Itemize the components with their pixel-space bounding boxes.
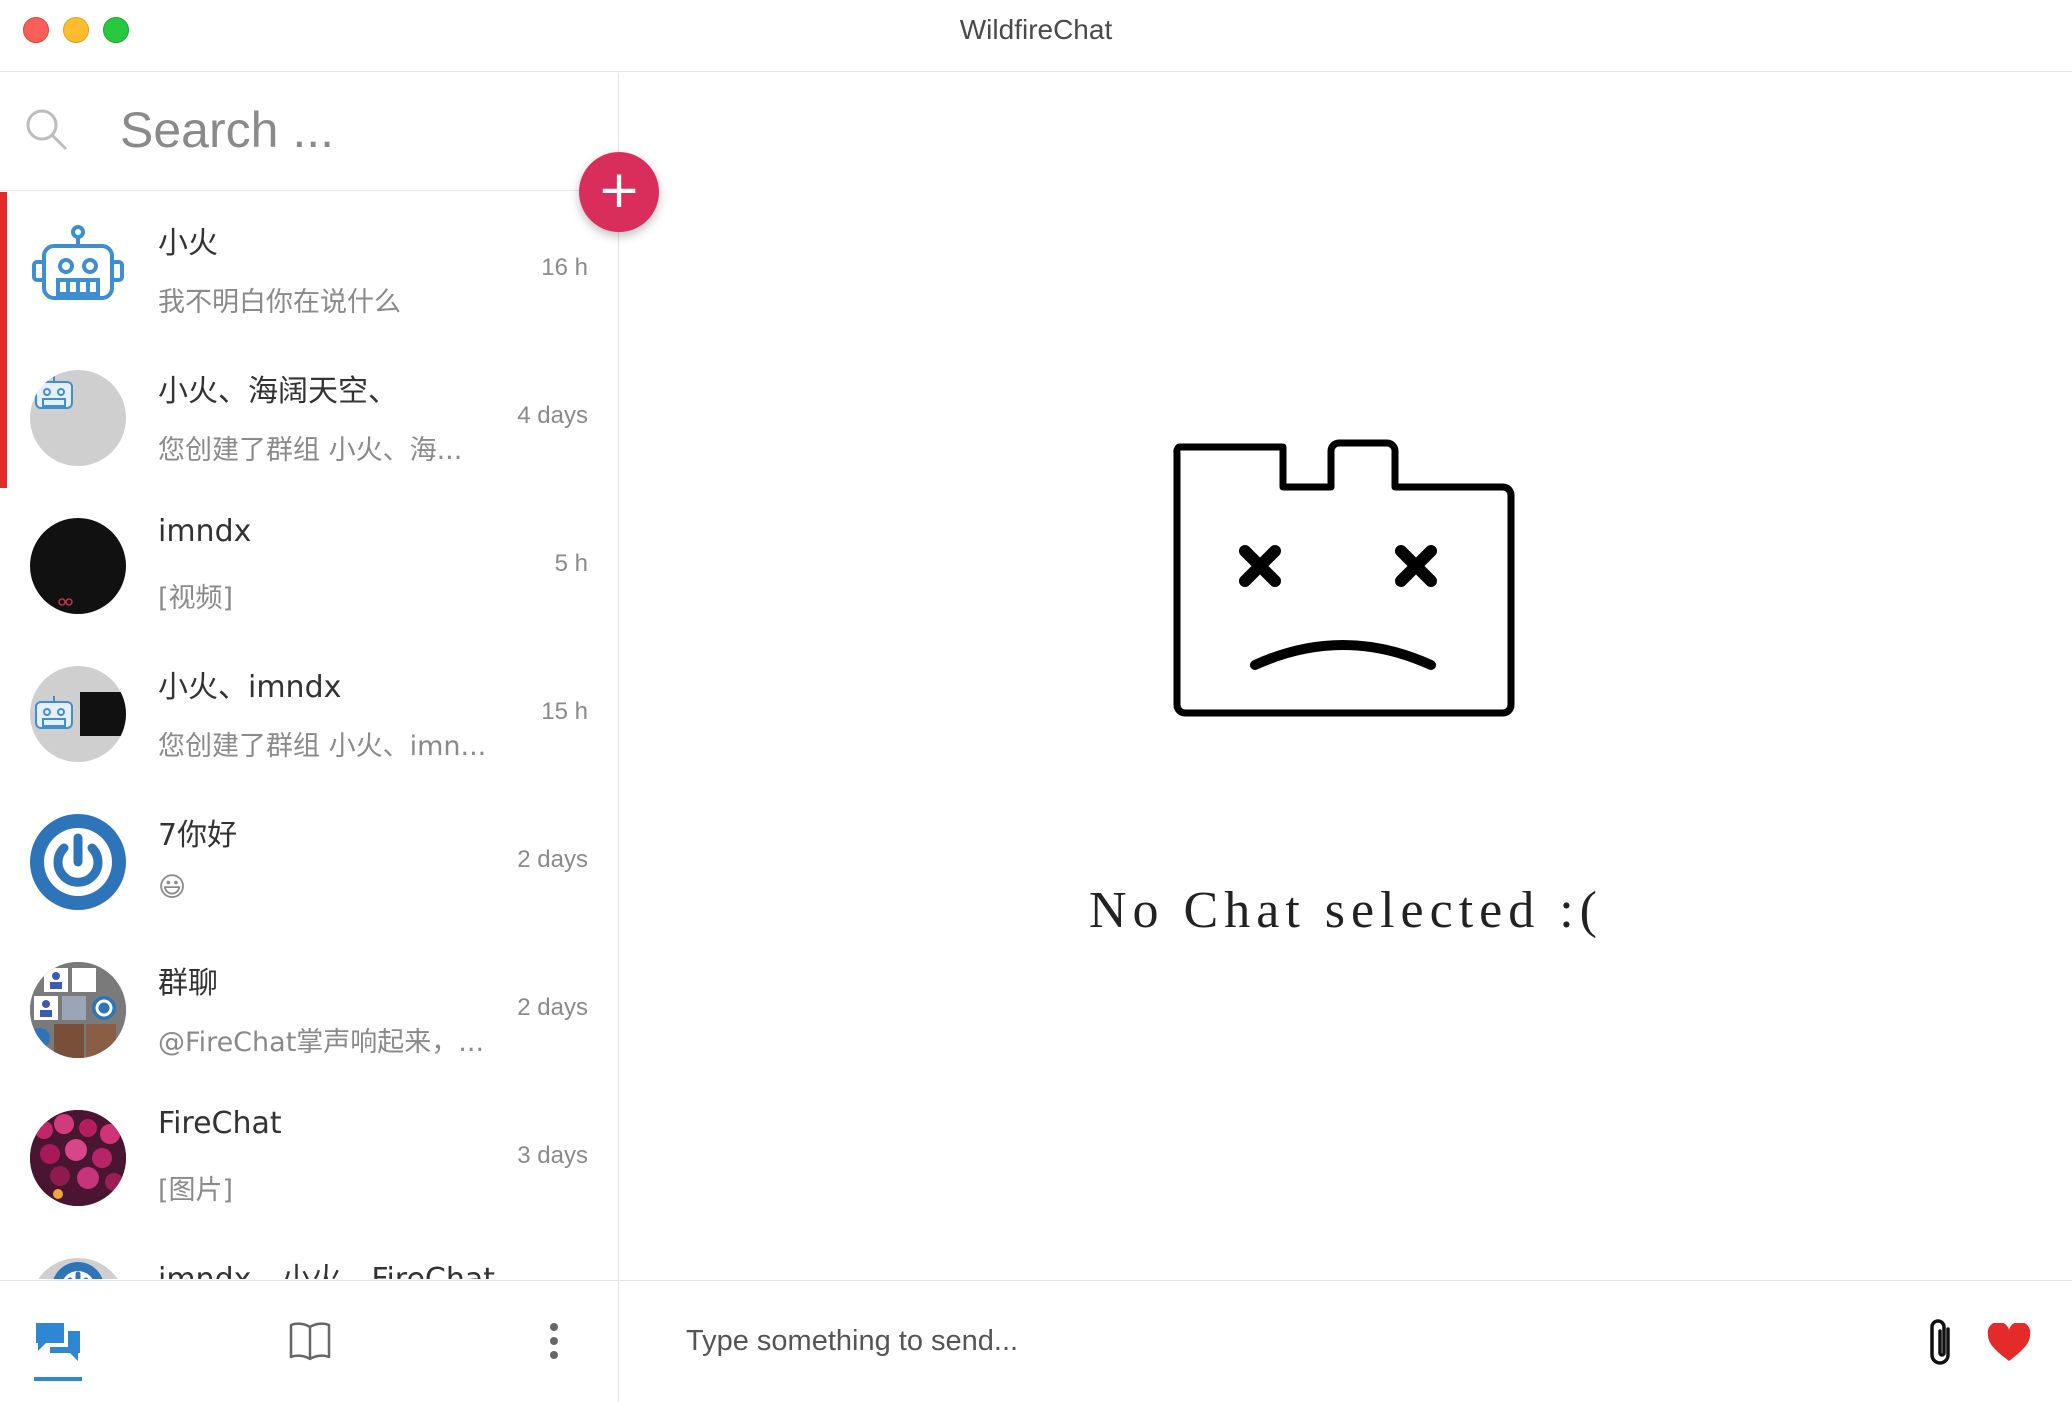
tab-chats[interactable]	[6, 1281, 106, 1399]
conversation-item[interactable]: imndx [视频] 5 h	[0, 488, 618, 636]
search-input[interactable]	[120, 95, 580, 165]
conversation-name: imndx、小火、FireChat	[158, 1254, 495, 1279]
conversation-item[interactable]: FireChat [图片] 3 days	[0, 1080, 618, 1228]
conversation-last-message: 😃	[158, 872, 187, 903]
conversation-time: 2 days	[517, 994, 588, 1021]
message-composer	[620, 1280, 2072, 1402]
tab-active-indicator	[34, 1377, 82, 1381]
window-title: WildfireChat	[959, 14, 1113, 45]
conversation-time: 16 h	[541, 254, 588, 281]
tab-more[interactable]	[512, 1281, 612, 1399]
heart-icon[interactable]	[1986, 1323, 2032, 1363]
conversation-sidebar: 小火 我不明白你在说什么 16 h	[0, 73, 619, 1402]
book-icon	[289, 1322, 331, 1361]
conversation-item[interactable]: 群聊 @FireChat掌声响起来，... 2 days	[0, 932, 618, 1080]
more-vertical-icon	[550, 1323, 558, 1359]
conversation-name: 小火、海阔天空、	[158, 374, 398, 409]
conversation-list: 小火 我不明白你在说什么 16 h 小火、海阔天空、 您创建了群组 小火、海..…	[0, 192, 618, 1279]
conversation-last-message: 您创建了群组 小火、imn...	[158, 731, 487, 762]
search-icon	[26, 109, 67, 150]
conversation-last-message: 我不明白你在说什么	[158, 287, 401, 318]
conversation-item[interactable]: imndx、小火、FireChat	[0, 1228, 618, 1279]
conversation-item[interactable]: 7你好 😃 2 days	[0, 784, 618, 932]
conversation-name: 小火、imndx	[158, 670, 342, 705]
conversation-time: 3 days	[517, 1142, 588, 1169]
power-icon	[30, 1258, 126, 1279]
conversation-name: 群聊	[158, 966, 218, 1001]
tab-contacts[interactable]	[260, 1281, 360, 1399]
chat-bubbles-icon	[36, 1323, 80, 1361]
paperclip-icon[interactable]	[1922, 1317, 1962, 1369]
group-robot-icon	[30, 370, 126, 466]
conversation-time: 4 days	[517, 402, 588, 429]
conversation-name: 小火	[158, 226, 218, 261]
conversation-time: 15 h	[541, 698, 588, 725]
conversation-name: FireChat	[158, 1106, 282, 1141]
conversation-name: 7你好	[158, 818, 238, 853]
conversation-name: imndx	[158, 514, 252, 549]
conversation-last-message: @FireChat掌声响起来，...	[158, 1027, 485, 1058]
conversation-item[interactable]: 小火、海阔天空、 您创建了群组 小火、海... 4 days	[0, 340, 618, 488]
conversation-item[interactable]: 小火 我不明白你在说什么 16 h	[0, 192, 618, 340]
conversation-last-message: [视频]	[158, 583, 234, 614]
conversation-time: 2 days	[517, 846, 588, 873]
conversation-last-message: [图片]	[158, 1175, 234, 1206]
power-icon	[30, 814, 126, 910]
add-conversation-button[interactable]: +	[579, 152, 659, 232]
conversation-time: 5 h	[554, 550, 588, 577]
chat-pane: No Chat selected :(	[620, 73, 2072, 1402]
dark-avatar	[30, 518, 126, 614]
app-window: WildfireChat Search ... 小火 我不明白你在说什么 16 …	[0, 0, 2072, 1402]
bottom-tab-bar	[0, 1280, 618, 1402]
title-bar: WildfireChat	[0, 0, 2072, 72]
empty-state-message: No Chat selected :(	[1089, 882, 1603, 939]
conversation-last-message: 您创建了群组 小火、海...	[158, 435, 463, 466]
group-robot-dark-icon	[30, 666, 126, 762]
sad-folder-icon	[1173, 439, 1515, 717]
group-mosaic-icon	[30, 962, 126, 1058]
search-bar	[0, 73, 619, 191]
message-input[interactable]	[686, 1311, 1886, 1371]
conversation-item[interactable]: 小火、imndx 您创建了群组 小火、imn... 15 h	[0, 636, 618, 784]
flowers-photo	[30, 1110, 126, 1206]
robot-icon	[30, 222, 126, 318]
